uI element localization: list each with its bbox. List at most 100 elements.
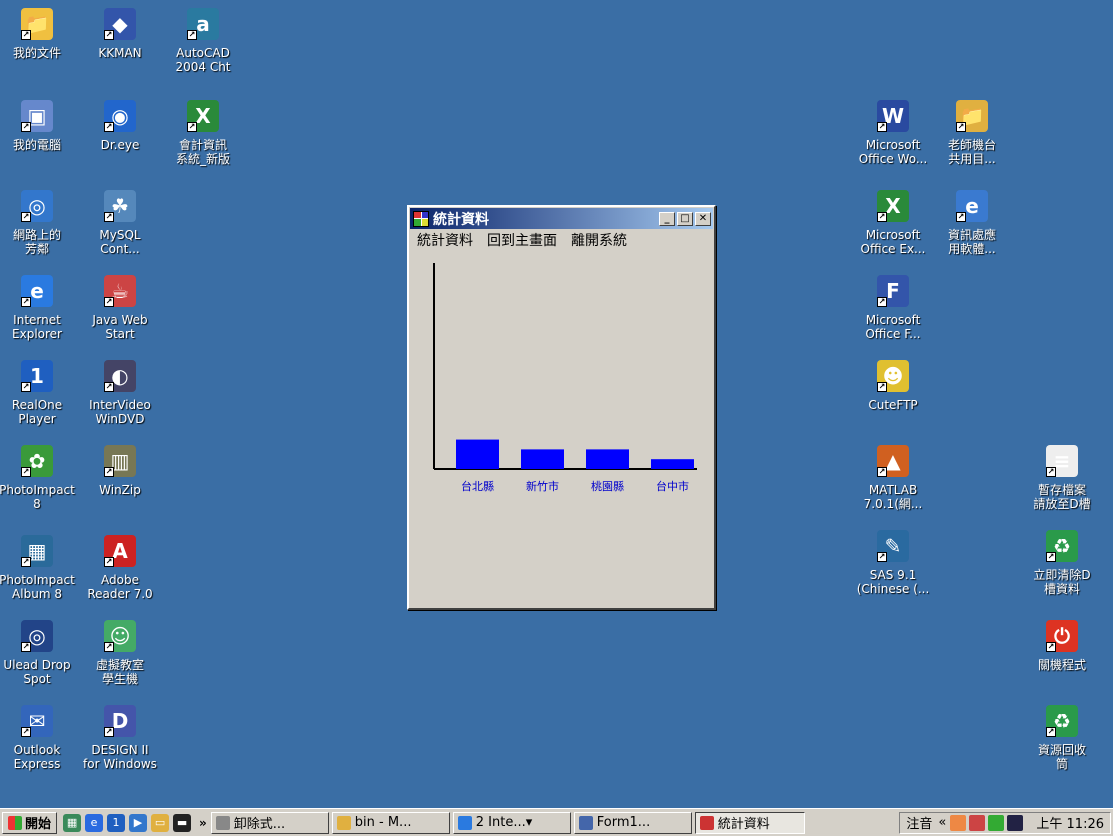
- shortcut-arrow-icon: ↗: [21, 467, 31, 477]
- desktop-shortcut[interactable]: F ↗ Microsoft Office F...: [855, 275, 931, 341]
- desktop-icon-label: Microsoft Office Ex...: [860, 228, 926, 256]
- desktop-icon-label: AutoCAD 2004 Cht: [175, 46, 231, 74]
- desktop-shortcut[interactable]: A ↗ Adobe Reader 7.0: [82, 535, 158, 601]
- desktop-shortcut[interactable]: ☘ ↗ MySQL Cont...: [82, 190, 158, 256]
- desktop-shortcut[interactable]: D ↗ DESIGN II for Windows: [82, 705, 158, 771]
- shortcut-arrow-icon: ↗: [1046, 642, 1056, 652]
- desktop-icon-label: 老師機台 共用目...: [947, 138, 996, 166]
- shortcut-arrow-icon: ↗: [877, 212, 887, 222]
- bar-台中市: [651, 459, 694, 469]
- desktop-shortcut[interactable]: e ↗ 資訊處應 用軟體...: [934, 190, 1010, 256]
- desktop-shortcut[interactable]: ⏻ ↗ 關機程式: [1024, 620, 1100, 672]
- virtual-classroom-icon: ☺ ↗: [104, 620, 136, 652]
- statistics-window: 統計資料 _ □ ✕ 統計資料 回到主畫面 離開系統 台北縣 新竹市 桃園縣 台中市: [407, 205, 716, 610]
- taskbar: 開始 ▦ e 1 ▶ ▭ ▬ » 卸除式... bin - M... 2 Inte.…: [0, 808, 1113, 836]
- desktop-shortcut[interactable]: a ↗ AutoCAD 2004 Cht: [165, 8, 241, 74]
- desktop-shortcut[interactable]: ▣ ↗ 我的電腦: [0, 100, 75, 152]
- tray-expand-icon[interactable]: «: [938, 815, 946, 830]
- network-places-icon: ◎ ↗: [21, 190, 53, 222]
- desktop-shortcut[interactable]: X ↗ Microsoft Office Ex...: [855, 190, 931, 256]
- maximize-button[interactable]: □: [677, 211, 693, 226]
- menu-back-to-main[interactable]: 回到主畫面: [487, 230, 557, 250]
- quick-launch: ▦ e 1 ▶ ▭ ▬: [63, 813, 192, 832]
- kkman-browser-icon: ◆ ↗: [104, 8, 136, 40]
- desktop-icon-label: Java Web Start: [92, 313, 148, 341]
- desktop-shortcut[interactable]: ▲ ↗ MATLAB 7.0.1(網...: [855, 445, 931, 511]
- desktop-shortcut[interactable]: 📁 ↗ 我的文件: [0, 8, 75, 60]
- mysql-icon: ☘ ↗: [104, 190, 136, 222]
- desktop-icon-label: MySQL Cont...: [99, 228, 141, 256]
- ie-quicklaunch-icon[interactable]: e: [85, 813, 104, 832]
- java-web-start-icon: ☕ ↗: [104, 275, 136, 307]
- desktop-icon-label: RealOne Player: [11, 398, 63, 426]
- taskbar-button[interactable]: 統計資料: [694, 811, 805, 834]
- tray-app-icon[interactable]: [1007, 814, 1024, 831]
- desktop-shortcut[interactable]: ✿ ↗ PhotoImpact 8: [0, 445, 75, 511]
- tray-app-icon[interactable]: [950, 814, 967, 831]
- window-titlebar[interactable]: 統計資料 _ □ ✕: [410, 208, 713, 229]
- internet-explorer-icon: [457, 815, 472, 830]
- desktop-shortcut[interactable]: W ↗ Microsoft Office Wo...: [855, 100, 931, 166]
- taskbar-button[interactable]: 卸除式...: [210, 811, 329, 834]
- desktop-shortcut[interactable]: ☕ ↗ Java Web Start: [82, 275, 158, 341]
- taskbar-button[interactable]: Form1...: [573, 811, 692, 834]
- menu-statistics[interactable]: 統計資料: [417, 230, 473, 250]
- tray-app-icon[interactable]: [988, 814, 1005, 831]
- my-computer-icon: ▣ ↗: [21, 100, 53, 132]
- ime-indicator[interactable]: 注音: [906, 813, 932, 832]
- clock[interactable]: 上午 11:26: [1036, 813, 1104, 832]
- desktop-shortcut[interactable]: ☻ ↗ CuteFTP: [855, 360, 931, 412]
- media-quicklaunch-icon[interactable]: ▶: [129, 813, 148, 832]
- desktop-shortcut[interactable]: ▥ ↗ WinZip: [82, 445, 158, 497]
- desktop-shortcut[interactable]: ◎ ↗ Ulead Drop Spot: [0, 620, 75, 686]
- window-title: 統計資料: [433, 211, 489, 228]
- taskbar-button[interactable]: 2 Inte...▾: [452, 811, 571, 834]
- desktop-shortcut[interactable]: 📁 ↗ 老師機台 共用目...: [934, 100, 1010, 166]
- shortcut-file-icon: e ↗: [956, 190, 988, 222]
- desktop-icon-label: Internet Explorer: [12, 313, 62, 341]
- desktop-shortcut[interactable]: X ↗ 會計資訊 系統_新版: [165, 100, 241, 166]
- tray-app-icon[interactable]: [969, 814, 986, 831]
- desktop-icon-label: 關機程式: [1037, 658, 1086, 672]
- dreye-icon: ◉ ↗: [104, 100, 136, 132]
- realone-quicklaunch-icon[interactable]: 1: [107, 813, 126, 832]
- taskbar-button-label: 2 Inte...▾: [475, 815, 533, 830]
- quicklaunch-overflow-icon[interactable]: »: [199, 816, 207, 830]
- x-tick-label: 新竹市: [526, 479, 559, 493]
- start-button[interactable]: 開始: [2, 811, 58, 834]
- excel-file-icon: X ↗: [187, 100, 219, 132]
- desktop-shortcut[interactable]: ◉ ↗ Dr.eye: [82, 100, 158, 152]
- shortcut-arrow-icon: ↗: [104, 642, 114, 652]
- start-label: 開始: [25, 817, 52, 832]
- show-desktop-icon[interactable]: ▦: [63, 813, 82, 832]
- cmd-quicklaunch-icon[interactable]: ▬: [173, 813, 192, 832]
- desktop-shortcut[interactable]: ♻ ↗ 立即清除D 槽資料: [1024, 530, 1100, 596]
- winzip-icon: ▥ ↗: [104, 445, 136, 477]
- desktop-icon-label: 虛擬教室 學生機: [95, 658, 144, 686]
- close-button[interactable]: ✕: [695, 211, 711, 226]
- desktop-shortcut[interactable]: 1 ↗ RealOne Player: [0, 360, 75, 426]
- minimize-button[interactable]: _: [659, 211, 675, 226]
- app-window-icon: [699, 815, 714, 830]
- taskbar-button[interactable]: bin - M...: [331, 811, 450, 834]
- outlook-express-icon: ✉ ↗: [21, 705, 53, 737]
- menu-exit-system[interactable]: 離開系統: [571, 230, 627, 250]
- desktop-shortcut[interactable]: ☺ ↗ 虛擬教室 學生機: [82, 620, 158, 686]
- desktop-shortcut[interactable]: ◐ ↗ InterVideo WinDVD: [82, 360, 158, 426]
- desktop-shortcut[interactable]: ✎ ↗ SAS 9.1 (Chinese (...: [855, 530, 931, 596]
- shortcut-arrow-icon: ↗: [104, 212, 114, 222]
- shortcut-arrow-icon: ↗: [104, 30, 114, 40]
- frontpage-icon: F ↗: [877, 275, 909, 307]
- desktop-shortcut[interactable]: ▦ ↗ PhotoImpact Album 8: [0, 535, 75, 601]
- shortcut-arrow-icon: ↗: [104, 557, 114, 567]
- desktop-shortcut[interactable]: ◎ ↗ 網路上的 芳鄰: [0, 190, 75, 256]
- shortcut-arrow-icon: ↗: [877, 122, 887, 132]
- desktop-shortcut[interactable]: ≡ ↗ 暫存檔案 請放至D槽: [1024, 445, 1100, 511]
- chart-area: 台北縣 新竹市 桃園縣 台中市: [409, 253, 714, 608]
- desktop-shortcut[interactable]: ♻ ↗ 資源回收 筒: [1024, 705, 1100, 771]
- desktop-shortcut[interactable]: ◆ ↗ KKMAN: [82, 8, 158, 60]
- folder-quicklaunch-icon[interactable]: ▭: [151, 813, 170, 832]
- desktop-shortcut[interactable]: ✉ ↗ Outlook Express: [0, 705, 75, 771]
- shortcut-arrow-icon: ↗: [104, 727, 114, 737]
- desktop-shortcut[interactable]: e ↗ Internet Explorer: [0, 275, 75, 341]
